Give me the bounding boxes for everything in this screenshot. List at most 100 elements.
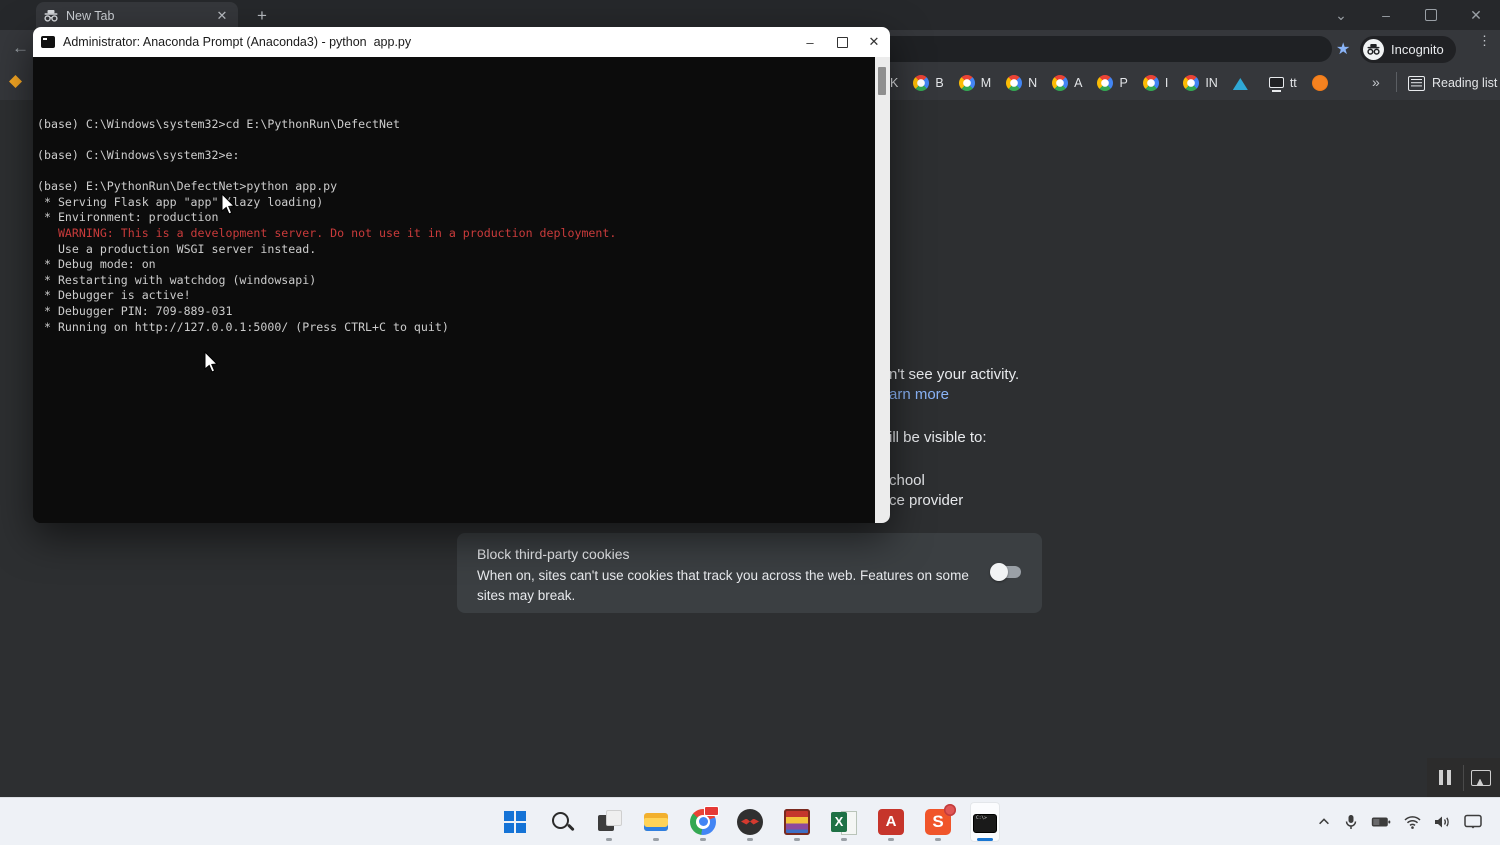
terminal-line: [37, 132, 875, 148]
running-indicator: [606, 838, 612, 841]
terminal-titlebar[interactable]: Administrator: Anaconda Prompt (Anaconda…: [33, 27, 890, 57]
back-icon[interactable]: ←: [12, 38, 29, 58]
anaconda-prompt-window[interactable]: Administrator: Anaconda Prompt (Anaconda…: [33, 27, 890, 523]
pdf-reader-icon: [878, 809, 904, 835]
tab-title: New Tab: [66, 9, 214, 23]
tray-chevron-up-icon[interactable]: [1317, 815, 1331, 829]
running-indicator: [747, 838, 753, 841]
window-minimize-button[interactable]: –: [1373, 6, 1399, 24]
reading-list-label: Reading list: [1432, 76, 1497, 90]
reading-list-button[interactable]: Reading list: [1408, 66, 1497, 100]
bookmark-label: A: [1074, 76, 1082, 90]
bookmarks-divider: [1396, 72, 1397, 92]
chrome-badge: [704, 806, 719, 816]
terminal-line: [37, 164, 875, 180]
bookmark-favicon: [959, 75, 975, 91]
taskbar-chrome[interactable]: [688, 802, 718, 842]
taskbar-task-view[interactable]: [594, 802, 624, 842]
running-indicator: [935, 838, 941, 841]
terminal-output[interactable]: (base) C:\Windows\system32>cd E:\PythonR…: [33, 57, 875, 523]
taskbar-remote-s-app[interactable]: [923, 802, 953, 842]
pause-icon[interactable]: [1427, 770, 1463, 785]
terminal-line: * Debugger PIN: 709-889-031: [37, 304, 875, 320]
terminal-icon: [973, 814, 997, 833]
incognito-badge: Incognito: [1360, 36, 1456, 63]
bookmark-item[interactable]: N: [1006, 75, 1037, 91]
bookmark-item[interactable]: I: [1143, 75, 1168, 91]
incognito-icon: [44, 10, 58, 22]
bookmark-item[interactable]: B: [913, 75, 943, 91]
snapshot-icon[interactable]: [1464, 770, 1498, 786]
block-cookies-description: When on, sites can't use cookies that tr…: [477, 566, 982, 605]
bookmark-item[interactable]: IN: [1183, 75, 1218, 91]
terminal-line: * Environment: production: [37, 210, 875, 226]
bookmark-favicon: [1006, 75, 1022, 91]
window-chevron-icon[interactable]: ⌄: [1328, 6, 1354, 24]
learn-more-link[interactable]: arn more: [889, 386, 949, 403]
taskbar: [0, 797, 1500, 845]
incognito-icon: [1367, 44, 1380, 55]
taskbar-excel[interactable]: [829, 802, 859, 842]
running-indicator: [653, 838, 659, 841]
microphone-icon[interactable]: [1344, 814, 1358, 830]
bookmark-label: I: [1165, 76, 1168, 90]
terminal-line: (base) C:\Windows\system32>e:: [37, 148, 875, 164]
taskbar-winrar[interactable]: [782, 802, 812, 842]
bookmark-label: tt: [1290, 76, 1297, 90]
taskbar-file-explorer[interactable]: [641, 802, 671, 842]
scrollbar-thumb[interactable]: [878, 67, 886, 95]
bookmark-item[interactable]: K: [890, 76, 898, 90]
bookmark-label: B: [935, 76, 943, 90]
recorder-toolbar: [1427, 758, 1500, 797]
visible-item-school: chool: [889, 472, 925, 489]
bookmark-item[interactable]: P: [1097, 75, 1127, 91]
incognito-avatar: [1363, 39, 1384, 60]
terminal-close-button[interactable]: ✕: [858, 27, 890, 57]
terminal-scrollbar[interactable]: [875, 57, 890, 523]
bookmark-favicon: [1183, 75, 1199, 91]
bookmarks-overflow-icon[interactable]: »: [1372, 74, 1380, 90]
new-tab-button[interactable]: +: [252, 6, 272, 26]
tab-new-tab[interactable]: New Tab ✕: [36, 2, 238, 30]
bookmark-star-icon[interactable]: ★: [1336, 39, 1350, 59]
bookmark-label: N: [1028, 76, 1037, 90]
block-cookies-toggle[interactable]: [993, 566, 1021, 578]
bookmark-item[interactable]: [1312, 75, 1334, 91]
bookmark-item[interactable]: M: [959, 75, 991, 91]
remote-s-app-icon: [925, 809, 951, 835]
terminal-minimize-button[interactable]: –: [794, 27, 826, 57]
tab-close-icon[interactable]: ✕: [214, 8, 230, 24]
taskbar-anaconda-prompt[interactable]: [970, 802, 1000, 842]
terminal-title: Administrator: Anaconda Prompt (Anaconda…: [63, 35, 794, 49]
start-button[interactable]: [500, 802, 530, 842]
battery-icon[interactable]: [1371, 815, 1391, 829]
notification-icon[interactable]: [1464, 814, 1482, 829]
terminal-line: * Debugger is active!: [37, 288, 875, 304]
window-close-button[interactable]: ✕: [1463, 6, 1489, 24]
volume-icon[interactable]: [1434, 815, 1451, 829]
taskbar-pdf-reader[interactable]: [876, 802, 906, 842]
bookmark-item[interactable]: tt: [1269, 76, 1297, 90]
taskbar-search[interactable]: [547, 802, 577, 842]
terminal-line: (base) E:\PythonRun\DefectNet>python app…: [37, 179, 875, 195]
bookmark-item[interactable]: [1233, 76, 1254, 90]
running-indicator: [888, 838, 894, 841]
bookmark-item[interactable]: A: [1052, 75, 1082, 91]
terminal-line: (base) C:\Windows\system32>cd E:\PythonR…: [37, 117, 875, 133]
bookmark-favicon: [1269, 77, 1284, 88]
bookmark-favicon: [913, 75, 929, 91]
window-maximize-button[interactable]: [1418, 6, 1444, 24]
bookmark-label: M: [981, 76, 991, 90]
mouse-cursor: [220, 193, 238, 217]
console-icon: [41, 36, 55, 48]
taskbar-dark-circle-app[interactable]: [735, 802, 765, 842]
bookmark-label: K: [890, 76, 898, 90]
terminal-line: * Restarting with watchdog (windowsapi): [37, 273, 875, 289]
running-indicator: [841, 838, 847, 841]
terminal-line: * Serving Flask app "app" (lazy loading): [37, 195, 875, 211]
wifi-icon[interactable]: [1404, 815, 1421, 829]
browser-menu-icon[interactable]: ⋮: [1478, 37, 1486, 44]
bookmark-items: K B M N A P I IN: [890, 66, 1334, 100]
terminal-maximize-button[interactable]: [826, 27, 858, 57]
terminal-line: Use a production WSGI server instead.: [37, 242, 875, 258]
